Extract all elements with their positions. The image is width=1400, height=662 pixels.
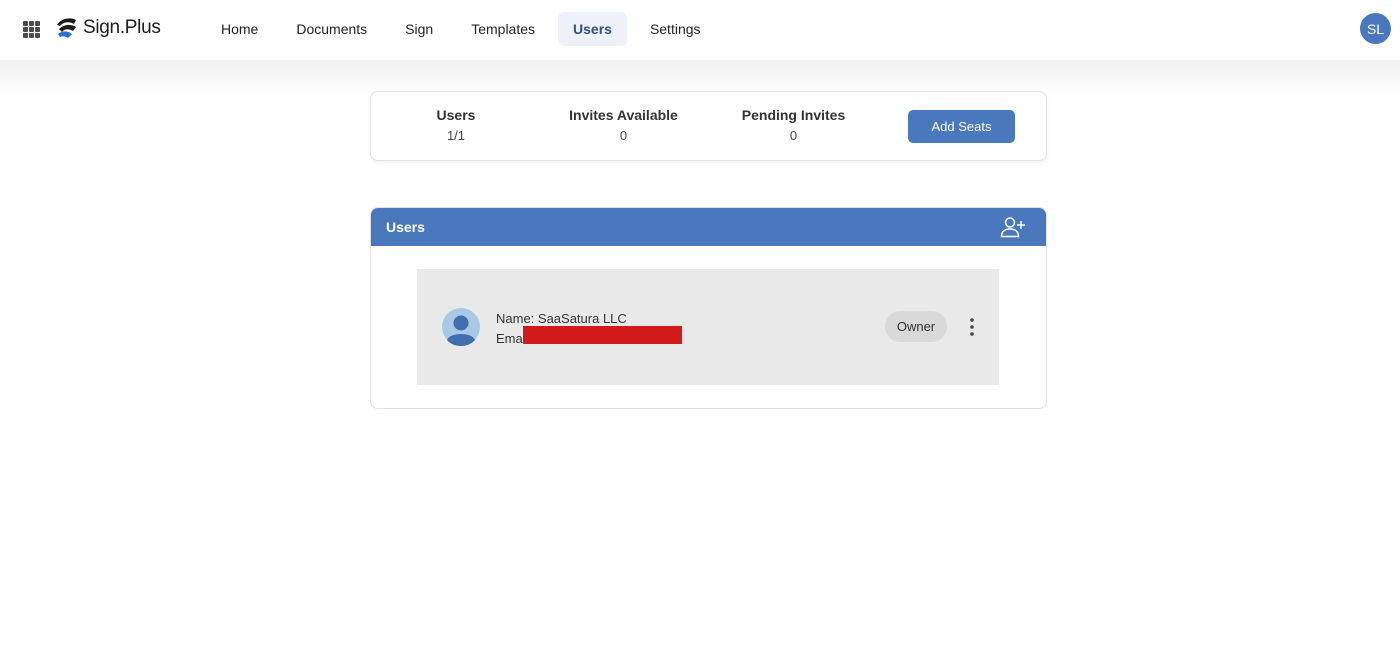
nav-settings[interactable]: Settings: [631, 12, 720, 46]
users-stat: Users 1/1: [426, 107, 486, 143]
invites-available-stat: Invites Available 0: [561, 107, 686, 143]
logo-text: Sign.Plus: [83, 17, 161, 38]
users-panel-title: Users: [386, 219, 425, 235]
nav-documents[interactable]: Documents: [277, 12, 386, 46]
pending-invites-label: Pending Invites: [741, 107, 846, 123]
nav-users[interactable]: Users: [558, 12, 627, 46]
account-avatar[interactable]: SL: [1360, 13, 1391, 44]
user-info: Name: SaaSatura LLC Ema: [496, 309, 682, 349]
user-email-label: Ema: [496, 331, 523, 346]
users-stat-value: 1/1: [446, 128, 466, 143]
nav-home[interactable]: Home: [202, 12, 277, 46]
users-panel-header: Users: [371, 208, 1046, 246]
email-redaction-bar: [523, 326, 682, 344]
invites-available-value: 0: [619, 128, 628, 143]
add-user-icon[interactable]: [1000, 216, 1026, 238]
top-navigation-bar: Sign.Plus Home Documents Sign Templates …: [0, 0, 1400, 60]
invites-available-label: Invites Available: [569, 107, 678, 123]
role-badge: Owner: [885, 311, 947, 342]
seat-stats-card: Users 1/1 Invites Available 0 Pending In…: [370, 91, 1047, 161]
apps-grid-icon[interactable]: [23, 21, 40, 38]
pending-invites-value: 0: [789, 128, 798, 143]
add-seats-button[interactable]: Add Seats: [908, 110, 1015, 143]
users-panel: Users Name: SaaSatura LLC Ema Owner: [370, 207, 1047, 409]
user-row[interactable]: Name: SaaSatura LLC Ema Owner: [417, 269, 999, 385]
logo-mark-icon: [57, 18, 76, 38]
main-nav: Home Documents Sign Templates Users Sett…: [202, 12, 720, 46]
more-vertical-icon[interactable]: [965, 316, 979, 338]
user-avatar-icon: [442, 308, 480, 346]
sign-plus-logo[interactable]: Sign.Plus: [55, 17, 161, 39]
nav-sign[interactable]: Sign: [386, 12, 452, 46]
pending-invites-stat: Pending Invites 0: [731, 107, 856, 143]
nav-templates[interactable]: Templates: [452, 12, 554, 46]
users-stat-label: Users: [436, 107, 476, 123]
